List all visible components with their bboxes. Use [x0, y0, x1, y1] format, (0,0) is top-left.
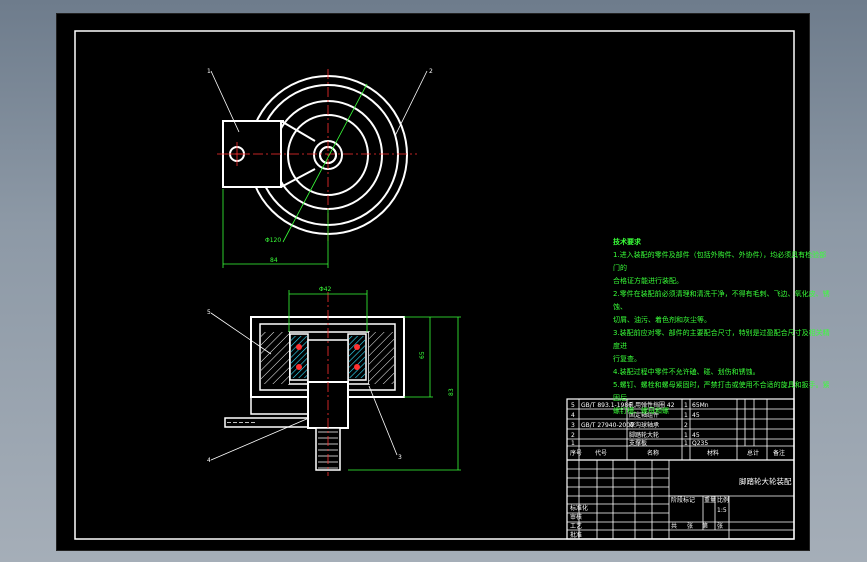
title-block — [566, 398, 795, 540]
svg-text:标准化: 标准化 — [570, 504, 588, 512]
tech-req-line: 合格证方能进行装配。 — [613, 277, 683, 285]
tech-req-heading: 技术要求 — [613, 238, 641, 246]
col-material: 材料 — [707, 449, 719, 457]
tech-req-line: 1.进入装配的零件及部件（包括外购件、外协件），均必须具有检验部门的 — [613, 251, 827, 272]
svg-text:2: 2 — [684, 422, 688, 429]
dim-84: 84 — [270, 257, 278, 264]
svg-text:批准: 批准 — [570, 531, 582, 539]
svg-text:阶段标记: 阶段标记 — [671, 496, 695, 504]
tech-req-line: 5.螺钉、螺栓和螺母紧固时，严禁打击或使用不合适的旋具和扳手。紧固后 — [613, 381, 830, 402]
col-total: 总计 — [747, 449, 759, 457]
svg-text:重量: 重量 — [704, 496, 716, 504]
svg-text:1: 1 — [684, 432, 688, 439]
col-no: 序号 — [570, 449, 582, 457]
svg-text:脚踏轮大轮: 脚踏轮大轮 — [629, 431, 659, 439]
dim-phi42: Φ42 — [319, 286, 332, 293]
top-view — [210, 69, 428, 268]
svg-text:3: 3 — [571, 422, 575, 429]
dim-diameter: Φ120 — [265, 237, 281, 244]
svg-text:比例: 比例 — [717, 496, 729, 504]
svg-text:深沟球轴承: 深沟球轴承 — [629, 421, 659, 429]
svg-text:共: 共 — [671, 522, 677, 530]
technical-requirements: 技术要求 1.进入装配的零件及部件（包括外购件、外协件），均必须具有检验部门的 … — [613, 236, 833, 418]
svg-text:1: 1 — [571, 440, 575, 447]
svg-text:45: 45 — [692, 432, 700, 439]
balloon-4: 4 — [207, 457, 211, 464]
tech-req-line: 行复查。 — [613, 355, 641, 363]
balloon-3: 3 — [398, 454, 402, 461]
tech-req-line: 切屑、油污、着色剂和灰尘等。 — [613, 316, 711, 324]
col-remark: 备注 — [773, 449, 785, 457]
svg-text:支撑板: 支撑板 — [629, 439, 647, 447]
balloon-2: 2 — [429, 68, 433, 75]
svg-text:第: 第 — [702, 522, 708, 530]
drawing-title: 脚踏轮大轮装配 — [739, 476, 792, 486]
svg-text:张: 张 — [717, 522, 723, 530]
svg-text:2: 2 — [571, 432, 575, 439]
balloon-1: 1 — [207, 68, 211, 75]
tech-req-line: 2.零件在装配前必须清理和清洗干净，不得有毛刺、飞边、氧化皮、锈蚀、 — [613, 290, 830, 311]
dim-65: 65 — [419, 351, 426, 359]
svg-text:4: 4 — [571, 412, 575, 419]
svg-text:1:5: 1:5 — [717, 507, 727, 514]
section-view — [210, 290, 461, 476]
svg-text:工艺: 工艺 — [570, 522, 582, 530]
tech-req-line: 3.装配前应对零、部件的主要配合尺寸，特别是过盈配合尺寸及相关精度进 — [613, 329, 830, 350]
col-name: 名称 — [647, 449, 659, 457]
svg-text:审核: 审核 — [570, 513, 582, 521]
svg-text:5: 5 — [571, 402, 575, 409]
tech-req-line: 4.装配过程中零件不允许磕、碰、划伤和锈蚀。 — [613, 368, 760, 376]
title-misc: 阶段标记 重量 比例 1:5 标准化 审核 工艺 批准 共 张 第 张 — [570, 496, 729, 539]
balloon-5: 5 — [207, 309, 211, 316]
svg-text:GB/T 27940-2000: GB/T 27940-2000 — [581, 422, 634, 429]
tech-req-line: 螺钉槽、螺母和螺 — [613, 407, 669, 415]
drawing-sheet: 1 2 Φ120 84 5 4 3 Φ42 65 83 序号 代号 名称 材料 … — [56, 13, 830, 551]
dim-83: 83 — [448, 388, 455, 396]
svg-text:1: 1 — [684, 440, 688, 447]
col-code: 代号 — [595, 449, 607, 457]
svg-text:张: 张 — [687, 522, 693, 530]
svg-text:Q235: Q235 — [692, 440, 708, 447]
